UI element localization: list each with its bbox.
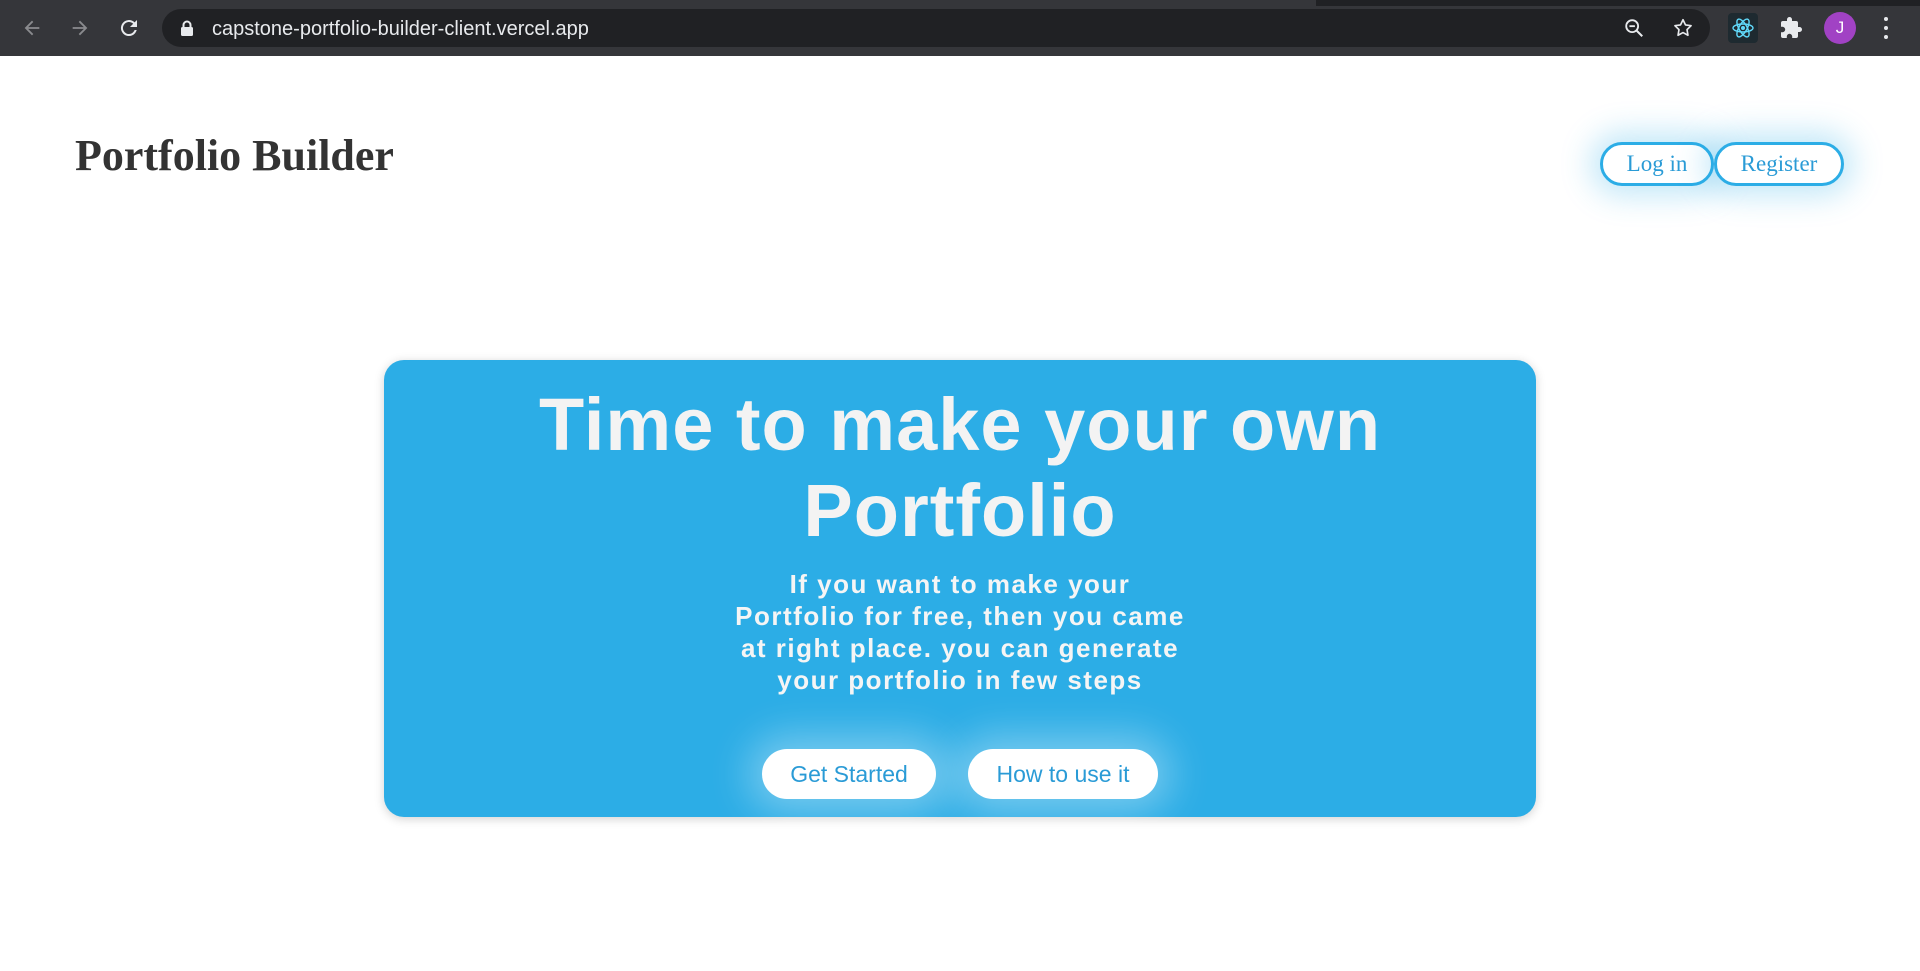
hero-title: Time to make your own Portfolio [384, 382, 1536, 554]
forward-button[interactable] [64, 12, 96, 44]
bookmark-button[interactable] [1671, 16, 1695, 40]
react-icon [1732, 18, 1754, 38]
back-button[interactable] [16, 12, 48, 44]
address-bar[interactable]: capstone-portfolio-builder-client.vercel… [162, 9, 1710, 47]
browser-toolbar: capstone-portfolio-builder-client.vercel… [0, 0, 1920, 56]
site-logo[interactable]: Portfolio Builder [75, 130, 394, 181]
login-button[interactable]: Log in [1600, 142, 1714, 186]
arrow-left-icon [24, 20, 40, 36]
arrow-right-icon [72, 20, 88, 36]
star-icon [1674, 18, 1692, 37]
tab-strip [0, 0, 1920, 6]
address-bar-url[interactable]: capstone-portfolio-builder-client.vercel… [212, 18, 589, 41]
reload-button[interactable] [113, 12, 145, 44]
extensions-button[interactable] [1776, 13, 1806, 43]
zoom-out-icon [1625, 19, 1643, 37]
react-devtools-button[interactable] [1728, 13, 1758, 43]
zoom-button[interactable] [1622, 16, 1646, 40]
kebab-menu-icon[interactable] [1876, 14, 1896, 42]
how-to-use-button[interactable]: How to use it [968, 749, 1158, 799]
avatar-initial: J [1835, 18, 1845, 37]
hero-card: Time to make your own Portfolio If you w… [384, 360, 1536, 817]
get-started-button[interactable]: Get Started [762, 749, 936, 799]
puzzle-icon [1781, 17, 1802, 38]
lock-icon [181, 20, 193, 36]
tab-strip-active [0, 0, 1316, 6]
hero-title-line-2: Portfolio [803, 469, 1117, 552]
register-button[interactable]: Register [1714, 142, 1844, 186]
profile-avatar[interactable]: J [1824, 12, 1856, 44]
reload-icon [120, 20, 137, 37]
hero-subtitle: If you want to make your Portfolio for f… [735, 569, 1185, 695]
hero-title-line-1: Time to make your own [538, 383, 1382, 466]
